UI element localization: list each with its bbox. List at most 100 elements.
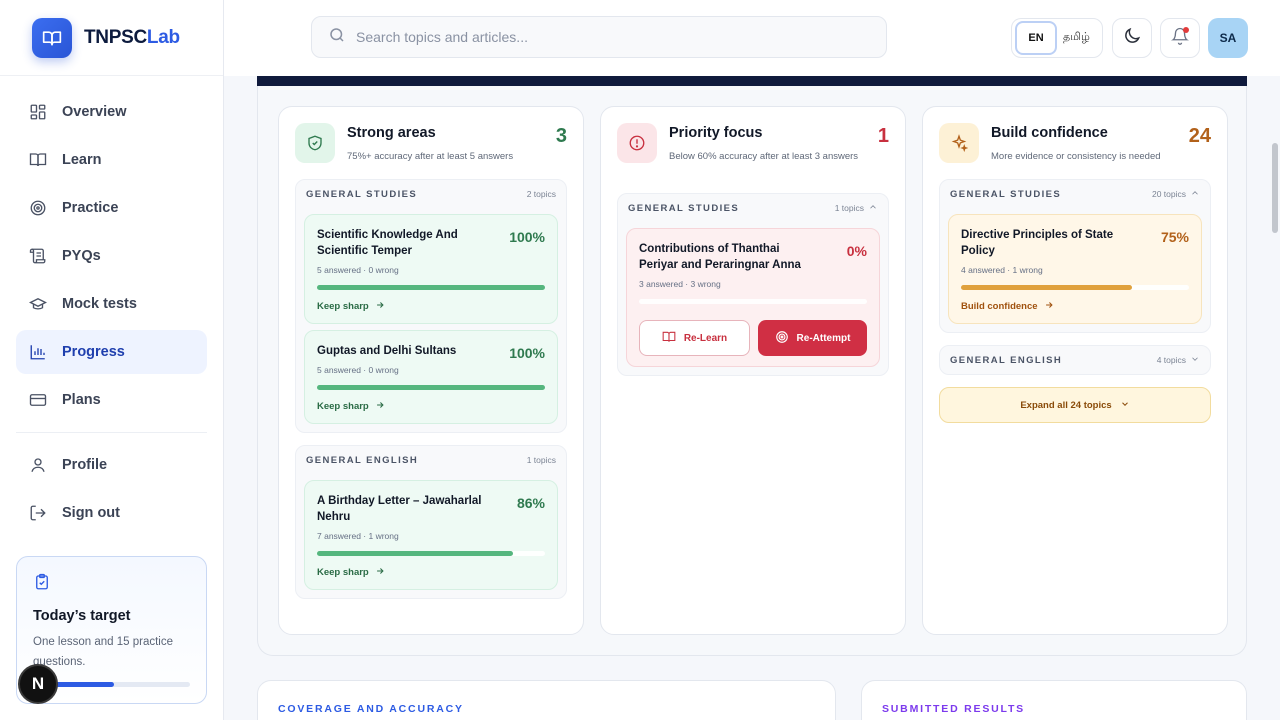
nav-item-profile[interactable]: Profile xyxy=(16,443,207,487)
sparkles-icon xyxy=(939,123,979,163)
topic-progress-fill xyxy=(317,285,545,290)
dev-tools-badge[interactable]: N xyxy=(18,664,58,704)
topic-card[interactable]: Contributions of Thanthai Periyar and Pe… xyxy=(626,228,880,367)
lang-en-button[interactable]: EN xyxy=(1015,21,1057,55)
language-switcher: EN தமிழ் xyxy=(1011,18,1103,58)
brand[interactable]: TNPSCLab xyxy=(0,0,223,76)
nav-label: Practice xyxy=(62,200,119,216)
theme-toggle-button[interactable] xyxy=(1112,18,1152,58)
nav-item-pyqs[interactable]: PYQs xyxy=(16,234,207,278)
column-count: 3 xyxy=(555,125,567,147)
arrow-right-icon xyxy=(1044,300,1054,313)
nav-label: Profile xyxy=(62,457,108,473)
notifications-button[interactable] xyxy=(1160,18,1200,58)
nav-item-sign-out[interactable]: Sign out xyxy=(16,491,207,535)
expand-all-button[interactable]: Expand all 24 topics xyxy=(939,387,1211,423)
keep-sharp-link[interactable]: Keep sharp xyxy=(317,400,545,413)
coverage-card: COVERAGE AND ACCURACY xyxy=(257,680,836,720)
book-open-icon xyxy=(28,150,48,170)
scroll-icon xyxy=(28,246,48,266)
keep-sharp-link[interactable]: Keep sharp xyxy=(317,300,545,313)
topic-meta: 7 answered · 1 wrong xyxy=(317,531,399,541)
group-header[interactable]: GENERAL STUDIES 1 topics xyxy=(618,194,888,222)
group-name: GENERAL ENGLISH xyxy=(950,354,1063,366)
nav-item-practice[interactable]: Practice xyxy=(16,186,207,230)
nav-label: Progress xyxy=(62,344,125,360)
column-header: Build confidence More evidence or consis… xyxy=(923,107,1227,179)
topic-card[interactable]: Directive Principles of State Policy 75%… xyxy=(948,214,1202,324)
column-count: 24 xyxy=(1188,125,1211,147)
button-label: Expand all 24 topics xyxy=(1020,399,1112,411)
nav-label: Learn xyxy=(62,152,102,168)
topic-progress-bar xyxy=(317,285,545,290)
topic-group: GENERAL STUDIES 20 topics Directive Prin… xyxy=(939,179,1211,333)
column-subtitle: 75%+ accuracy after at least 5 answers xyxy=(347,151,514,162)
hero-strip xyxy=(257,76,1247,86)
topic-card[interactable]: Scientific Knowledge And Scientific Temp… xyxy=(304,214,558,324)
nav-label: Mock tests xyxy=(62,296,137,312)
group-count-label: 4 topics xyxy=(1156,355,1186,365)
group-header[interactable]: GENERAL ENGLISH 1 topics xyxy=(296,446,566,474)
clipboard-check-icon xyxy=(33,573,51,595)
column-count: 1 xyxy=(877,125,889,147)
group-header[interactable]: GENERAL STUDIES 20 topics xyxy=(940,180,1210,208)
nav-item-progress[interactable]: Progress xyxy=(16,330,207,374)
submitted-results-card: SUBMITTED RESULTS xyxy=(861,680,1247,720)
shield-check-icon xyxy=(295,123,335,163)
arrow-right-icon xyxy=(375,300,385,313)
group-name: GENERAL STUDIES xyxy=(306,188,418,200)
build-confidence-link[interactable]: Build confidence xyxy=(961,300,1189,313)
topic-accuracy: 100% xyxy=(509,229,545,245)
strong-areas-column: Strong areas 75%+ accuracy after at leas… xyxy=(278,106,584,635)
search-input[interactable] xyxy=(356,29,856,45)
group-name: GENERAL STUDIES xyxy=(628,202,740,214)
column-subtitle: More evidence or consistency is needed xyxy=(991,151,1161,162)
nav-label: PYQs xyxy=(62,248,101,264)
column-title: Strong areas xyxy=(347,125,436,141)
link-label: Keep sharp xyxy=(317,401,369,412)
topic-card[interactable]: A Birthday Letter – Jawaharlal Nehru 86%… xyxy=(304,480,558,590)
topic-accuracy: 0% xyxy=(846,243,867,259)
nav-divider xyxy=(16,432,207,433)
group-count: 20 topics xyxy=(1152,188,1200,200)
topic-progress-fill xyxy=(317,385,545,390)
group-header[interactable]: GENERAL STUDIES 2 topics xyxy=(296,180,566,208)
alert-circle-icon xyxy=(617,123,657,163)
nav-item-plans[interactable]: Plans xyxy=(16,378,207,422)
notification-dot xyxy=(1183,27,1189,33)
main-content: Strong areas 75%+ accuracy after at leas… xyxy=(224,76,1280,720)
topic-meta: 4 answered · 1 wrong xyxy=(961,265,1043,275)
topic-progress-fill xyxy=(961,285,1132,290)
topic-accuracy: 100% xyxy=(509,345,545,361)
nav-item-mock-tests[interactable]: Mock tests xyxy=(16,282,207,326)
topic-card[interactable]: Guptas and Delhi Sultans 100% 5 answered… xyxy=(304,330,558,424)
nav-label: Plans xyxy=(62,392,101,408)
group-count: 1 topics xyxy=(835,202,878,214)
link-label: Keep sharp xyxy=(317,301,369,312)
nav-label: Overview xyxy=(62,104,127,120)
column-title: Build confidence xyxy=(991,125,1108,141)
chevron-down-icon xyxy=(1190,354,1200,366)
nav-item-overview[interactable]: Overview xyxy=(16,90,207,134)
keep-sharp-link[interactable]: Keep sharp xyxy=(317,566,545,579)
lang-ta-button[interactable]: தமிழ் xyxy=(1063,31,1090,45)
group-name: GENERAL STUDIES xyxy=(950,188,1062,200)
re-attempt-button[interactable]: Re-Attempt xyxy=(758,320,867,356)
group-header[interactable]: GENERAL ENGLISH 4 topics xyxy=(940,346,1210,374)
book-logo-icon xyxy=(32,17,72,58)
topic-group: GENERAL ENGLISH 1 topics A Birthday Lett… xyxy=(295,445,567,599)
nav-item-learn[interactable]: Learn xyxy=(16,138,207,182)
group-count-label: 1 topics xyxy=(834,203,864,213)
link-label: Build confidence xyxy=(961,301,1038,312)
main-nav: Overview Learn Practice PYQs Mock tests … xyxy=(0,76,223,535)
arrow-right-icon xyxy=(375,566,385,579)
re-learn-button[interactable]: Re-Learn xyxy=(639,320,750,356)
search-bar[interactable] xyxy=(311,16,887,58)
grid-icon xyxy=(28,102,48,122)
page-scrollbar[interactable] xyxy=(1272,143,1278,233)
avatar[interactable]: SA xyxy=(1208,18,1248,58)
topic-progress-bar xyxy=(639,299,867,304)
topic-progress-bar xyxy=(317,551,545,556)
search-icon xyxy=(328,26,346,49)
bar-chart-icon xyxy=(28,342,48,362)
